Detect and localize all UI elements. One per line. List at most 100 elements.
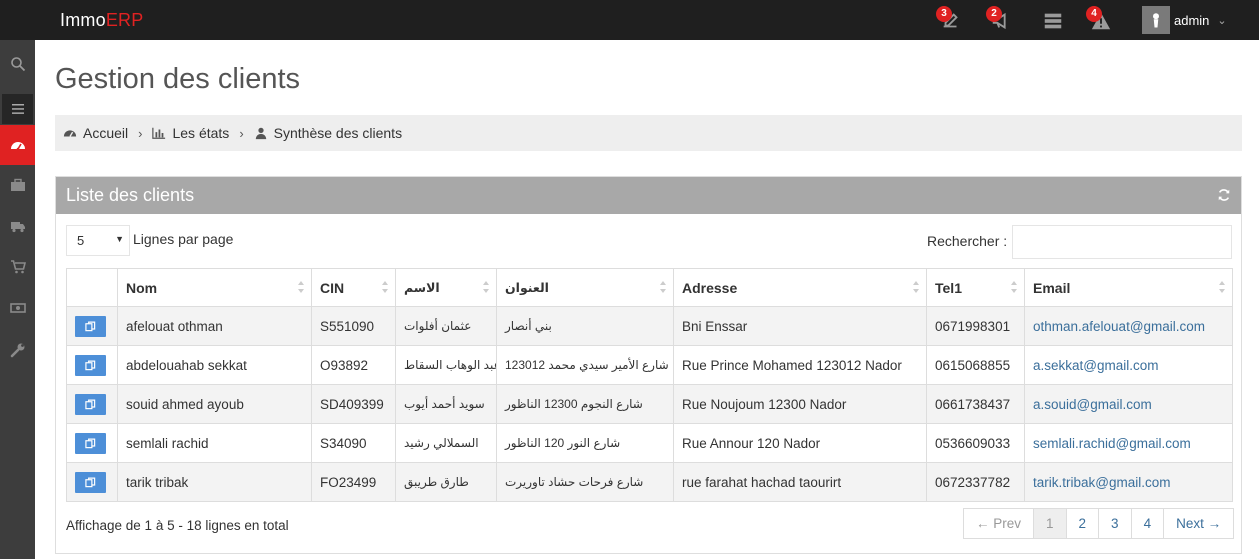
table-row: souid ahmed ayoub SD409399 سويد أحمد أيوب ش… — [66, 384, 1233, 424]
cell-tel: 0536609033 — [926, 423, 1025, 463]
cell-nom: abdelouahab sekkat — [117, 345, 312, 385]
breadcrumb: Accueil › Les états › Synthèse des clien… — [55, 115, 1242, 151]
user-name: admin — [1174, 12, 1210, 28]
cell-unwan: شارع الأمير سيدي محمد 123012 — [496, 345, 674, 385]
cell-cin: FO23499 — [311, 462, 396, 502]
sort-icon — [1218, 280, 1226, 294]
view-details-button[interactable] — [75, 354, 106, 376]
cart-icon — [10, 260, 26, 274]
brand-logo[interactable]: ImmoERP — [60, 10, 143, 31]
cell-ism: السملالي رشيد — [395, 423, 497, 463]
breadcrumb-reports[interactable]: Les états — [152, 125, 229, 141]
notification-badge: 3 — [936, 6, 952, 22]
column-header-adresse[interactable]: Adresse — [673, 268, 927, 307]
notification-badge: 4 — [1086, 6, 1102, 22]
search-label: Rechercher : — [927, 233, 1008, 249]
bar-chart-icon — [152, 127, 166, 139]
pagination-page[interactable]: 3 — [1098, 509, 1131, 538]
breadcrumb-current: Synthèse des clients — [254, 125, 402, 141]
sidebar-item-search[interactable] — [0, 44, 35, 84]
sidebar-item-finance[interactable] — [0, 288, 35, 328]
search-icon — [10, 57, 25, 72]
chevron-right-icon: › — [138, 125, 143, 141]
cell-tel: 0661738437 — [926, 384, 1025, 424]
notification-warning-button[interactable]: 4 — [1086, 6, 1114, 32]
sort-icon — [1010, 280, 1018, 294]
column-header-unwan[interactable]: العنوان — [496, 268, 674, 307]
cell-adresse: Rue Noujoum 12300 Nador — [673, 384, 927, 424]
user-menu[interactable]: admin ⌄ — [1142, 4, 1227, 36]
row-action-cell — [66, 384, 118, 424]
sidebar-item-dashboard[interactable] — [0, 125, 35, 165]
cell-email[interactable]: a.souid@gmail.com — [1024, 384, 1233, 424]
column-header-cin[interactable]: CIN — [311, 268, 396, 307]
money-icon — [9, 303, 26, 313]
cell-adresse: rue farahat hachad taourirt — [673, 462, 927, 502]
pagination-next[interactable]: Next → — [1163, 509, 1234, 538]
column-header-ism[interactable]: الاسم — [395, 268, 497, 307]
row-action-cell — [66, 306, 118, 346]
search-input[interactable] — [1012, 225, 1232, 259]
cell-email[interactable]: semlali.rachid@gmail.com — [1024, 423, 1233, 463]
breadcrumb-label: Accueil — [83, 125, 129, 141]
sort-icon — [659, 280, 667, 294]
pagination-page[interactable]: 2 — [1065, 509, 1099, 538]
sort-icon — [297, 280, 305, 294]
cell-cin: O93892 — [311, 345, 396, 385]
view-details-button[interactable] — [75, 432, 106, 454]
column-header-email[interactable]: Email — [1024, 268, 1233, 307]
sidebar-item-sales[interactable] — [0, 247, 35, 287]
pagination-prev[interactable]: ← Prev — [964, 509, 1034, 538]
column-header-tel[interactable]: Tel1 — [926, 268, 1025, 307]
pagination-page[interactable]: 4 — [1130, 509, 1164, 538]
view-details-button[interactable] — [75, 471, 106, 493]
dashboard-icon — [63, 130, 77, 137]
breadcrumb-label: Les états — [172, 125, 230, 141]
notification-announce-button[interactable]: 2 — [986, 6, 1014, 32]
cell-unwan: بني أنصار — [496, 306, 674, 346]
sort-icon — [912, 280, 920, 294]
table-row: semlali rachid S34090 السملالي رشيد شارع ال… — [66, 423, 1233, 463]
server-button[interactable] — [1042, 8, 1066, 32]
breadcrumb-home[interactable]: Accueil — [63, 125, 128, 141]
menu-icon — [11, 104, 24, 114]
copy-icon — [85, 477, 96, 487]
row-action-cell — [66, 345, 118, 385]
sidebar-toggle[interactable] — [2, 94, 33, 124]
cell-unwan: شارع فرحات حشاد تاوريرت — [496, 462, 674, 502]
cell-cin: S551090 — [311, 306, 396, 346]
clients-table: Nom CIN الاسم العنوان Adresse Tel1 Email… — [66, 268, 1233, 502]
portlet-header: Liste des clients — [56, 177, 1241, 214]
cell-ism: طارق طريبق — [395, 462, 497, 502]
column-header-nom[interactable]: Nom — [117, 268, 312, 307]
view-details-button[interactable] — [75, 393, 106, 415]
cell-email[interactable]: othman.afelouat@gmail.com — [1024, 306, 1233, 346]
user-silhouette-icon — [1153, 13, 1159, 28]
table-row: abdelouahab sekkat O93892 عبد الوهاب السقا… — [66, 345, 1233, 385]
notification-badge: 2 — [986, 6, 1002, 22]
cell-tel: 0671998301 — [926, 306, 1025, 346]
pagination-page[interactable]: 1 — [1033, 509, 1066, 538]
sidebar-item-delivery[interactable] — [0, 206, 35, 246]
notification-edit-button[interactable]: 3 — [936, 6, 964, 32]
cell-cin: SD409399 — [311, 384, 396, 424]
cell-tel: 0672337782 — [926, 462, 1025, 502]
cell-email[interactable]: a.sekkat@gmail.com — [1024, 345, 1233, 385]
cell-adresse: Rue Prince Mohamed 123012 Nador — [673, 345, 927, 385]
sidebar-item-portfolio[interactable] — [0, 165, 35, 205]
sidebar — [0, 40, 35, 559]
cell-email[interactable]: tarik.tribak@gmail.com — [1024, 462, 1233, 502]
reload-icon[interactable] — [1217, 188, 1231, 202]
chevron-down-icon: ⌄ — [1217, 14, 1227, 27]
cell-ism: عثمان أفلوات — [395, 306, 497, 346]
clients-portlet: Liste des clients 5 ▼ Lignes par page Re… — [55, 176, 1242, 554]
cell-adresse: Bni Enssar — [673, 306, 927, 346]
page-length-select[interactable]: 5 ▼ — [66, 225, 130, 256]
breadcrumb-label: Synthèse des clients — [273, 125, 403, 141]
cell-unwan: شارع النور 120 الناظور — [496, 423, 674, 463]
copy-icon — [85, 438, 96, 448]
dashboard-icon — [10, 142, 25, 151]
sidebar-item-settings[interactable] — [0, 330, 35, 370]
table-header-row: Nom CIN الاسم العنوان Adresse Tel1 Email — [66, 268, 1233, 307]
view-details-button[interactable] — [75, 315, 106, 337]
